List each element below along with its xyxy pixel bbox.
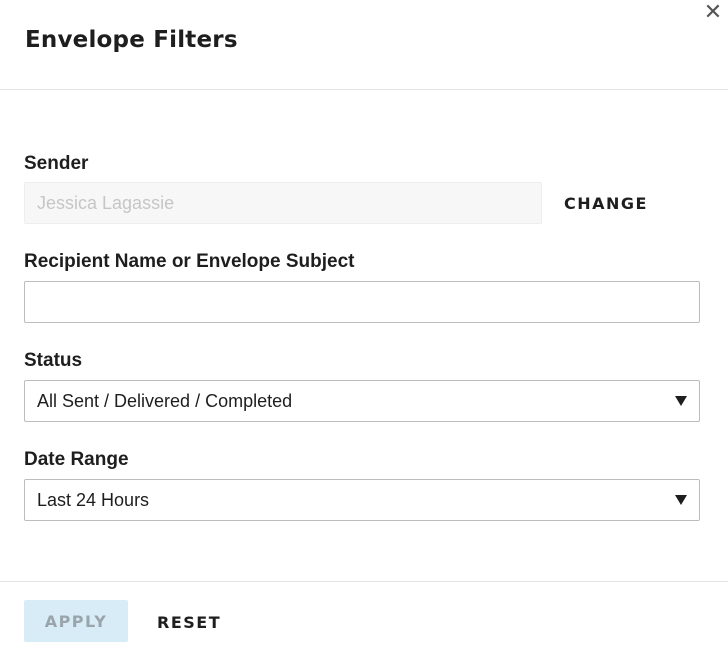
sender-value: Jessica Lagassie <box>37 192 175 213</box>
sender-label: Sender <box>24 153 89 174</box>
dialog-header: Envelope Filters <box>0 0 728 90</box>
date-range-label: Date Range <box>24 449 129 470</box>
status-select[interactable]: All Sent / Delivered / Completed <box>24 380 700 422</box>
caret-down-icon <box>675 495 687 505</box>
change-sender-button[interactable]: CHANGE <box>564 194 648 213</box>
dialog-title: Envelope Filters <box>25 27 238 53</box>
status-label: Status <box>24 350 83 371</box>
date-range-select[interactable]: Last 24 Hours <box>24 479 700 521</box>
close-button[interactable]: ✕ <box>702 2 724 24</box>
dialog-footer: APPLY RESET <box>0 581 728 653</box>
apply-button[interactable]: APPLY <box>24 600 128 642</box>
date-range-selected-value: Last 24 Hours <box>37 489 150 510</box>
caret-down-icon <box>675 396 687 406</box>
close-icon: ✕ <box>703 0 723 25</box>
sender-field: Jessica Lagassie <box>24 182 542 224</box>
recipient-label: Recipient Name or Envelope Subject <box>24 251 355 272</box>
recipient-search-input[interactable] <box>24 281 700 323</box>
envelope-filters-dialog: Envelope Filters ✕ Sender Jessica Lagass… <box>0 0 728 652</box>
status-selected-value: All Sent / Delivered / Completed <box>37 390 293 411</box>
reset-button[interactable]: RESET <box>157 613 221 632</box>
